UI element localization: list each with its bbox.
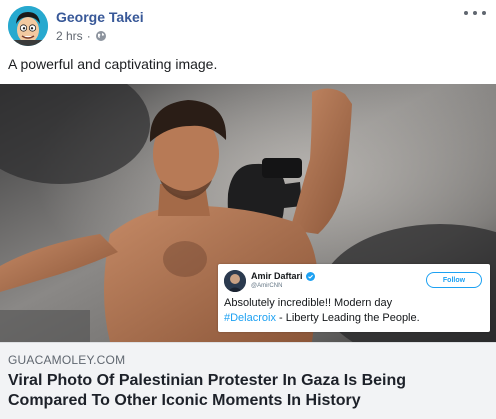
- tweet-author-name-text: Amir Daftari: [251, 271, 303, 281]
- embedded-tweet-card: Amir Daftari @AmirCNN Follow Absolutely …: [218, 264, 490, 332]
- link-domain: GUACAMOLEY.COM: [8, 353, 126, 367]
- link-preview-card[interactable]: GUACAMOLEY.COM Viral Photo Of Palestinia…: [0, 342, 496, 419]
- tweet-author-avatar[interactable]: [224, 270, 246, 292]
- tweet-author-handle: @AmirCNN: [251, 283, 283, 289]
- post-text: A powerful and captivating image.: [8, 56, 218, 72]
- follow-button[interactable]: Follow: [426, 272, 482, 288]
- tweet-text: Absolutely incredible!! Modern day #Dela…: [224, 296, 488, 326]
- tweet-author-name[interactable]: Amir Daftari: [251, 271, 315, 281]
- globe-icon[interactable]: [95, 30, 107, 42]
- post-header: George Takei 2 hrs ·: [0, 0, 496, 52]
- post-meta: 2 hrs ·: [56, 29, 107, 43]
- tweet-avatar-icon: [224, 270, 246, 292]
- author-name-link[interactable]: George Takei: [56, 9, 144, 25]
- verified-badge-icon: [305, 271, 315, 281]
- avatar-illustration-icon: [8, 6, 48, 46]
- author-avatar[interactable]: [8, 6, 48, 46]
- tweet-text-line1: Absolutely incredible!! Modern day: [224, 297, 393, 309]
- post-photo[interactable]: Amir Daftari @AmirCNN Follow Absolutely …: [0, 84, 496, 342]
- tweet-hashtag-link[interactable]: #Delacroix: [224, 312, 276, 324]
- more-options-icon[interactable]: [464, 6, 486, 20]
- more-dot: [464, 11, 468, 15]
- meta-separator: ·: [86, 29, 91, 43]
- tweet-text-rest: - Liberty Leading the People.: [275, 312, 420, 324]
- more-dot: [482, 11, 486, 15]
- link-title[interactable]: Viral Photo Of Palestinian Protester In …: [8, 371, 488, 411]
- more-dot: [473, 11, 477, 15]
- post-timestamp[interactable]: 2 hrs: [56, 29, 83, 43]
